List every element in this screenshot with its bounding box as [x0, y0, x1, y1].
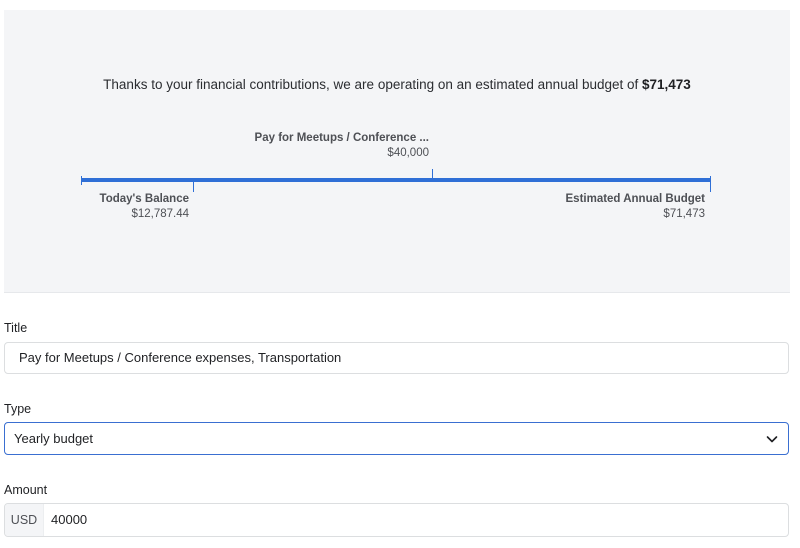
- balance-marker: Today's Balance $12,787.44: [100, 192, 189, 222]
- type-select[interactable]: Yearly budget: [4, 422, 789, 455]
- goal-marker: Pay for Meetups / Conference ... $40,000: [255, 131, 429, 161]
- title-input[interactable]: Pay for Meetups / Conference expenses, T…: [4, 342, 789, 374]
- balance-marker-label: Today's Balance: [99, 193, 189, 205]
- balance-tick: [193, 180, 194, 192]
- type-field-label: Type: [4, 402, 32, 416]
- budget-summary-text: Thanks to your financial contributions, …: [103, 77, 643, 92]
- amount-field-label: Amount: [4, 483, 48, 497]
- amount-input-group[interactable]: USD 40000: [4, 503, 789, 537]
- budget-progress-bar: [81, 178, 711, 182]
- budget-summary-amount: $71,473: [642, 77, 691, 92]
- type-select-value: Yearly budget: [14, 431, 94, 446]
- goal-marker-label: Pay for Meetups / Conference ...: [254, 132, 429, 144]
- budget-summary: Thanks to your financial contributions, …: [4, 77, 790, 92]
- bar-start-tick: [81, 176, 82, 185]
- estimated-budget-label: Estimated Annual Budget: [565, 193, 706, 205]
- goal-tick: [432, 169, 433, 180]
- title-field-label: Title: [4, 321, 28, 335]
- goal-marker-amount: $40,000: [387, 147, 429, 159]
- bar-end-tick: [710, 176, 711, 192]
- balance-marker-amount: $12,787.44: [131, 208, 189, 220]
- currency-addon: USD: [5, 504, 44, 536]
- budget-overview-panel: Thanks to your financial contributions, …: [4, 10, 790, 293]
- amount-input[interactable]: 40000: [51, 504, 87, 536]
- chevron-down-icon: [766, 436, 778, 443]
- estimated-budget-amount: $71,473: [663, 208, 705, 220]
- estimated-budget-marker: Estimated Annual Budget $71,473: [566, 192, 706, 222]
